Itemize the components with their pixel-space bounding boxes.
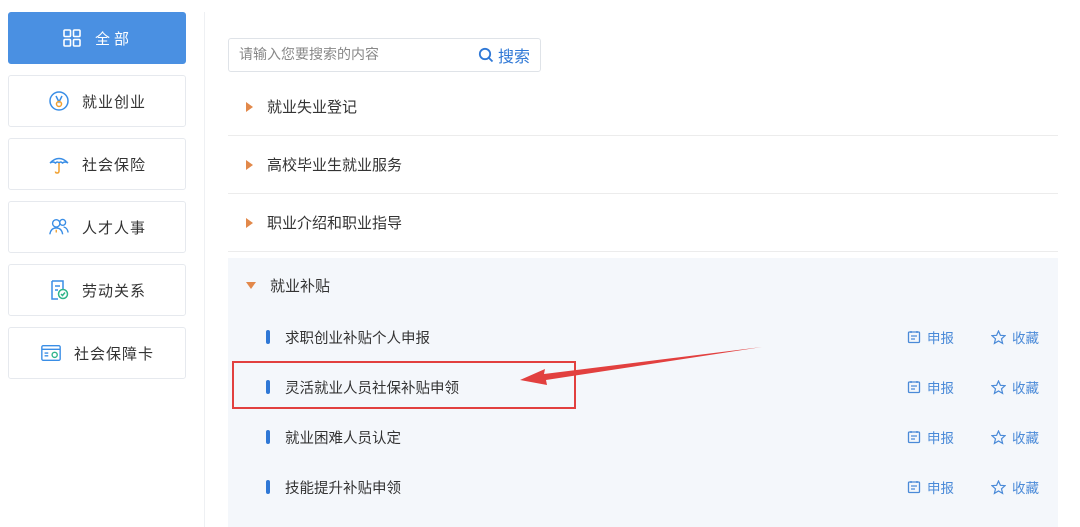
- star-icon: [991, 329, 1006, 345]
- sidebar: 全部 就业创业 社会保险 人才人事 劳动关系 社会保障卡: [8, 12, 186, 390]
- expanded-category: 就业补贴 求职创业补贴个人申报 申报 收藏 灵活就业人员社保补贴申领 申报 收藏…: [228, 258, 1058, 527]
- sidebar-item-labor-relations[interactable]: 劳动关系: [8, 264, 186, 316]
- apply-button[interactable]: 申报: [907, 377, 954, 397]
- apply-button[interactable]: 申报: [907, 477, 954, 497]
- service-link[interactable]: 技能提升补贴申领: [285, 477, 401, 498]
- triangle-down-icon: [246, 281, 256, 289]
- favorite-label: 收藏: [1012, 431, 1039, 447]
- triangle-right-icon: [246, 101, 253, 112]
- list-marker: [266, 430, 270, 444]
- sidebar-item-social-security-card[interactable]: 社会保障卡: [8, 327, 186, 379]
- favorite-label: 收藏: [1012, 481, 1039, 497]
- sidebar-item-label: 社会保障卡: [73, 344, 154, 363]
- apply-icon: [907, 431, 921, 444]
- search-input[interactable]: [229, 46, 478, 64]
- category-label: 就业失业登记: [267, 98, 358, 116]
- service-link[interactable]: 就业困难人员认定: [285, 427, 401, 448]
- apply-label: 申报: [927, 331, 954, 347]
- favorite-button[interactable]: 收藏: [991, 377, 1039, 397]
- apply-button[interactable]: 申报: [907, 427, 954, 447]
- list-item: 灵活就业人员社保补贴申领 申报 收藏: [228, 362, 1058, 412]
- search-box: 搜索: [228, 38, 541, 72]
- triangle-right-icon: [246, 159, 253, 170]
- apply-label: 申报: [927, 381, 954, 397]
- sidebar-item-employment[interactable]: 就业创业: [8, 75, 186, 127]
- favorite-button[interactable]: 收藏: [991, 427, 1039, 447]
- list-item: 求职创业补贴个人申报 申报 收藏: [228, 312, 1058, 362]
- list-marker: [266, 330, 270, 344]
- card-icon: [40, 342, 62, 364]
- apply-label: 申报: [927, 481, 954, 497]
- document-badge-icon: [48, 279, 70, 301]
- apply-icon: [907, 331, 921, 344]
- apply-button[interactable]: 申报: [907, 327, 954, 347]
- sidebar-item-label: 劳动关系: [81, 281, 146, 300]
- category-item[interactable]: 高校毕业生就业服务: [228, 136, 1058, 194]
- search-icon: [478, 47, 494, 63]
- grid-icon: [61, 27, 83, 49]
- favorite-button[interactable]: 收藏: [991, 327, 1039, 347]
- star-icon: [991, 479, 1006, 495]
- list-item: 技能提升补贴申领 申报 收藏: [228, 462, 1058, 512]
- people-icon: [48, 216, 70, 238]
- service-link[interactable]: 求职创业补贴个人申报: [285, 327, 430, 348]
- apply-label: 申报: [927, 431, 954, 447]
- category-label: 高校毕业生就业服务: [267, 156, 403, 174]
- apply-icon: [907, 481, 921, 494]
- triangle-right-icon: [246, 217, 253, 228]
- favorite-label: 收藏: [1012, 331, 1039, 347]
- sidebar-item-all[interactable]: 全部: [8, 12, 186, 64]
- umbrella-icon: [48, 153, 70, 175]
- expanded-category-header[interactable]: 就业补贴: [228, 258, 1058, 312]
- list-marker: [266, 380, 270, 394]
- list-item: 就业困难人员认定 申报 收藏: [228, 412, 1058, 462]
- sidebar-item-label: 社会保险: [81, 155, 146, 174]
- search-button-label: 搜索: [497, 47, 530, 66]
- category-label: 职业介绍和职业指导: [267, 214, 403, 232]
- star-icon: [991, 379, 1006, 395]
- service-link[interactable]: 灵活就业人员社保补贴申领: [285, 377, 459, 398]
- sidebar-item-label: 人才人事: [81, 218, 146, 237]
- sidebar-item-social-insurance[interactable]: 社会保险: [8, 138, 186, 190]
- category-item[interactable]: 职业介绍和职业指导: [228, 194, 1058, 252]
- sidebar-item-label: 全部: [94, 29, 133, 48]
- list-marker: [266, 480, 270, 494]
- category-item[interactable]: 就业失业登记: [228, 78, 1058, 136]
- divider: [204, 12, 205, 527]
- star-icon: [991, 429, 1006, 445]
- search-button[interactable]: 搜索: [478, 43, 540, 67]
- category-label: 就业补贴: [270, 276, 331, 295]
- sidebar-item-talent[interactable]: 人才人事: [8, 201, 186, 253]
- sidebar-item-label: 就业创业: [81, 92, 146, 111]
- apply-icon: [907, 381, 921, 394]
- favorite-label: 收藏: [1012, 381, 1039, 397]
- favorite-button[interactable]: 收藏: [991, 477, 1039, 497]
- medal-icon: [48, 90, 70, 112]
